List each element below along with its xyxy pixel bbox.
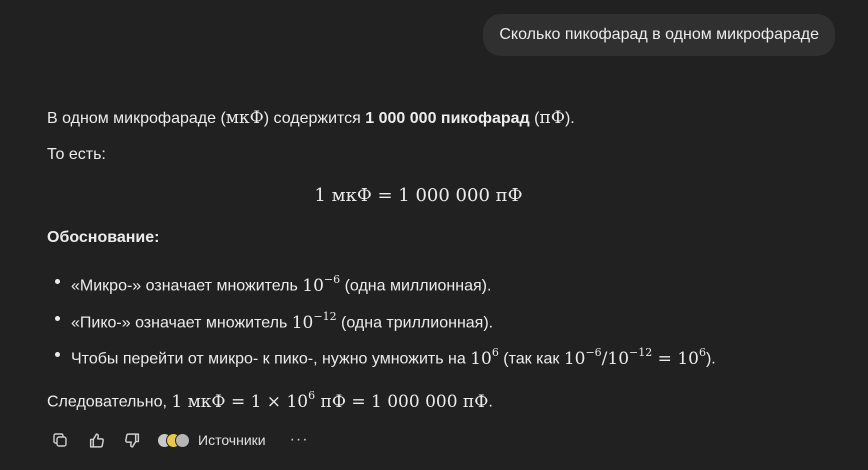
bullet-text-before: «Микро-» означает множитель: [71, 277, 303, 295]
intro-bold-value: 1 000 000 пикофарад: [365, 110, 530, 127]
user-message-text: Сколько пикофарад в одном микрофараде: [499, 26, 819, 43]
justification-heading: Обоснование:: [47, 229, 160, 246]
math-base: 10: [470, 348, 492, 369]
math-exponent: −12: [629, 346, 653, 359]
intro-text-middle: ) содержится: [263, 110, 366, 127]
display-equation: 1 мкФ = 1 000 000 пФ: [314, 185, 523, 206]
math-base: 10: [291, 312, 314, 333]
math-exponent: 6: [491, 346, 499, 359]
intro-unit-pf: пФ: [539, 108, 565, 128]
bullet-text-after: (одна триллионная).: [336, 314, 494, 332]
math-exponent: 6: [308, 389, 316, 402]
bullet-dot: [55, 352, 60, 357]
bullet-math-ratio: 10−6/10−12 = 106: [563, 346, 706, 369]
conclusion-math-part2: пФ = 1 000 000 пФ: [315, 391, 489, 412]
bullet-dot: [55, 279, 60, 284]
user-message-bubble: Сколько пикофарад в одном микрофараде: [483, 14, 835, 56]
source-favicon: [175, 432, 190, 448]
conclusion: Следовательно, 1 мкФ = 1 × 106 пФ = 1 00…: [47, 386, 493, 414]
intro-text-start: В одном микрофараде (: [47, 110, 226, 127]
conclusion-end: .: [488, 393, 493, 411]
bullet-math: 106: [470, 346, 499, 369]
math-base: 10: [563, 348, 586, 369]
conclusion-prefix: Следовательно,: [47, 393, 172, 411]
like-button[interactable]: [83, 427, 109, 453]
that-is-text: То есть:: [47, 146, 106, 163]
bullet-math: 10−12: [291, 310, 337, 333]
bullet-text-middle: (так как: [498, 350, 564, 368]
list-item-text: «Микро-» означает множитель 10−6 (одна м…: [71, 270, 491, 298]
bullet-text-after: ).: [705, 350, 716, 368]
bullet-text-before: «Пико-» означает множитель: [71, 314, 292, 332]
bullet-text-after: (одна миллионная).: [340, 277, 492, 295]
math-equals: =: [652, 348, 678, 369]
thumbs-up-icon: [88, 432, 105, 449]
bullet-text-before: Чтобы перейти от микро- к пико-, нужно у…: [71, 350, 471, 368]
list-item-text: «Пико-» означает множитель 10−12 (одна т…: [71, 307, 493, 335]
conclusion-math: 1 мкФ = 1 × 106 пФ = 1 000 000 пФ: [171, 389, 489, 412]
math-exponent: −6: [323, 273, 341, 286]
message-actions: Источники ···: [47, 427, 309, 453]
conclusion-math-part1: 1 мкФ = 1 × 10: [171, 391, 309, 412]
dislike-button[interactable]: [119, 427, 145, 453]
sources-label: Источники: [198, 432, 266, 448]
math-base: 10: [302, 275, 324, 296]
list-item-text: Чтобы перейти от микро- к пико-, нужно у…: [71, 343, 716, 371]
sources-button[interactable]: Источники: [157, 432, 266, 448]
intro-text-end: ).: [564, 110, 575, 127]
thumbs-down-icon: [124, 432, 141, 449]
answer-intro: В одном микрофараде (мкФ) содержится 1 0…: [47, 107, 575, 130]
math-exponent: 6: [698, 346, 706, 359]
bullet-dot: [55, 316, 60, 321]
math-exponent: −12: [313, 310, 337, 323]
math-exponent: −6: [585, 346, 602, 359]
copy-button[interactable]: [47, 427, 73, 453]
bullet-math: 10−6: [302, 273, 341, 296]
copy-icon: [52, 432, 68, 448]
intro-unit-mkf: мкФ: [225, 108, 264, 128]
math-base: 10: [607, 348, 630, 369]
more-options-button[interactable]: ···: [290, 431, 309, 449]
math-base: 10: [677, 348, 699, 369]
